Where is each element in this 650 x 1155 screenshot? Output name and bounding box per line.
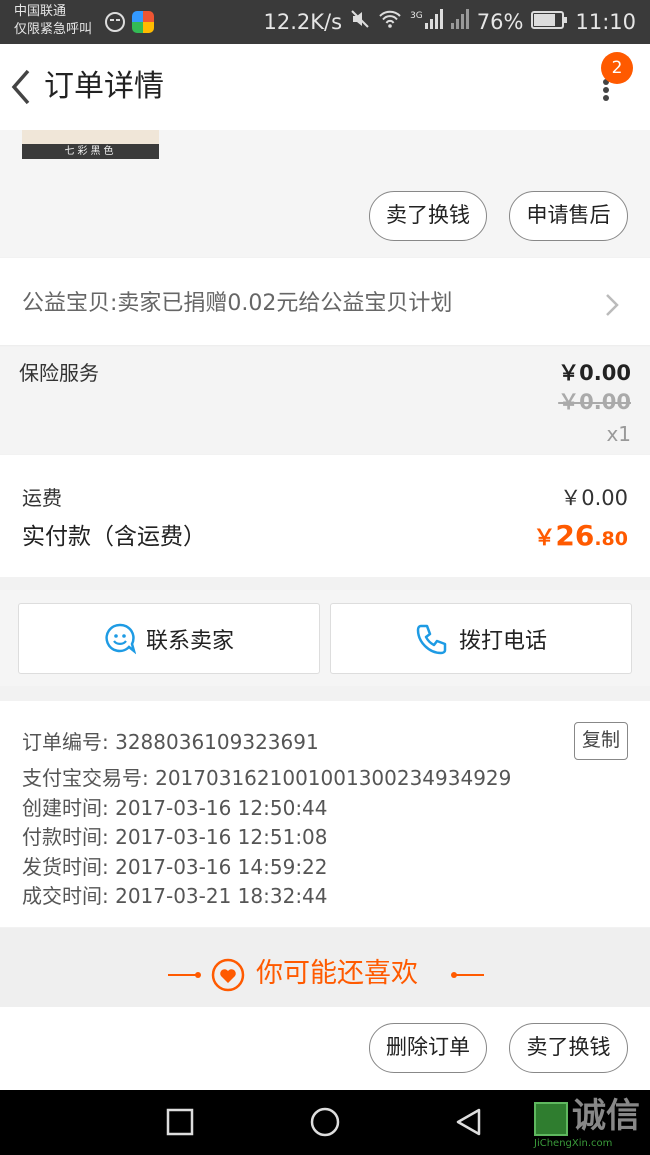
call-label: 拨打电话 <box>458 628 547 654</box>
system-nav-bar: 诚信 JiChengXin.com <box>0 1090 650 1155</box>
phone-icon <box>416 624 447 654</box>
copy-button[interactable]: 复制 <box>574 722 628 760</box>
paid-amount: ￥26.80 <box>533 519 628 552</box>
smile-chat-icon <box>105 623 136 654</box>
insurance-quantity: x1 <box>606 422 631 446</box>
back-arrow-icon <box>11 69 30 105</box>
wifi-icon <box>378 8 402 36</box>
sell-for-cash-button[interactable]: 卖了换钱 <box>369 191 487 241</box>
network-badge: 3G <box>410 11 423 21</box>
created-time: 创建时间: 2017-03-16 12:50:44 <box>22 796 328 820</box>
battery-icon <box>531 8 568 36</box>
paid-time: 付款时间: 2017-03-16 12:51:08 <box>22 825 328 849</box>
carrier-line2: 仅限紧急呼叫 <box>14 22 93 37</box>
clock: 11:10 <box>575 10 636 34</box>
insurance-label: 保险服务 <box>19 361 99 385</box>
after-sales-button[interactable]: 申请售后 <box>509 191 628 241</box>
heart-icon <box>211 958 245 992</box>
net-speed: 12.2K/s <box>263 10 343 34</box>
sell-for-cash-button-bottom[interactable]: 卖了换钱 <box>509 1023 628 1073</box>
completed-time: 成交时间: 2017-03-21 18:32:44 <box>22 884 328 908</box>
watermark-logo-icon <box>534 1102 568 1136</box>
status-bar: 中国联通 仅限紧急呼叫 12.2K/s 3G 76% 11:10 <box>0 0 650 44</box>
totals-section: 运费 ￥0.00 实付款（含运费） ￥26.80 <box>0 455 650 577</box>
carrier-line1: 中国联通 <box>14 4 67 19</box>
status-right: 12.2K/s 3G 76% 11:10 <box>264 8 636 36</box>
shipping-label: 运费 <box>22 486 62 510</box>
insurance-original-price: ￥0.00 <box>558 390 631 414</box>
shipping-value: ￥0.00 <box>560 486 628 510</box>
mute-icon <box>350 8 370 36</box>
signal-icon-2 <box>450 8 469 36</box>
circle-nav-icon[interactable] <box>309 1106 341 1138</box>
watermark-sub: JiChengXin.com <box>534 1138 613 1149</box>
signal-icon <box>424 8 443 36</box>
delete-order-button[interactable]: 删除订单 <box>369 1023 487 1073</box>
contact-seller-label: 联系卖家 <box>145 628 234 654</box>
left-dash-icon <box>168 972 201 978</box>
alipay-number: 支付宝交易号: 2017031621001001300234934929 <box>22 766 512 790</box>
order-number: 订单编号: 3288036109323691 <box>22 730 319 754</box>
thumb-caption: 七彩黑色 <box>64 146 117 157</box>
battery-percent: 76% <box>476 10 524 34</box>
right-dash-icon <box>451 972 484 978</box>
back-button[interactable] <box>6 64 42 110</box>
contact-seller-button[interactable]: 联系卖家 <box>18 603 320 674</box>
recommend-header: 你可能还喜欢 <box>0 928 650 1007</box>
app-icon <box>132 11 154 33</box>
paid-currency: ￥ <box>533 526 556 551</box>
paid-label: 实付款（含运费） <box>22 524 206 550</box>
contact-section: 联系卖家 拨打电话 <box>0 590 650 686</box>
triangle-back-nav-icon[interactable] <box>454 1107 484 1137</box>
charity-row[interactable]: 公益宝贝:卖家已捐赠0.02元给公益宝贝计划 <box>0 258 650 346</box>
square-nav-icon[interactable] <box>166 1108 194 1136</box>
paid-decimal: .80 <box>594 528 628 550</box>
call-button[interactable]: 拨打电话 <box>330 603 632 674</box>
chevron-right-icon <box>604 292 620 322</box>
nav-bar: 订单详情 <box>0 44 650 130</box>
bottom-action-bar: 删除订单 卖了换钱 <box>0 1007 650 1090</box>
shipped-time: 发货时间: 2017-03-16 14:59:22 <box>22 855 328 879</box>
insurance-section: 保险服务 ￥0.00 ￥0.00 x1 <box>0 347 650 454</box>
recommend-title: 你可能还喜欢 <box>256 958 418 989</box>
insurance-price: ￥0.00 <box>558 361 631 385</box>
paid-integer: 26 <box>555 519 595 552</box>
face-icon <box>104 11 126 33</box>
watermark-text: 诚信 <box>572 1096 640 1136</box>
order-info-section: 订单编号: 3288036109323691 复制 支付宝交易号: 201703… <box>0 701 650 927</box>
charity-text: 公益宝贝:卖家已捐赠0.02元给公益宝贝计划 <box>22 291 453 316</box>
notification-badge: 2 <box>601 52 633 84</box>
product-section: 七彩黑色 卖了换钱 申请售后 <box>0 130 650 257</box>
product-thumbnail[interactable]: 七彩黑色 <box>22 130 159 159</box>
page-title: 订单详情 <box>44 69 164 104</box>
